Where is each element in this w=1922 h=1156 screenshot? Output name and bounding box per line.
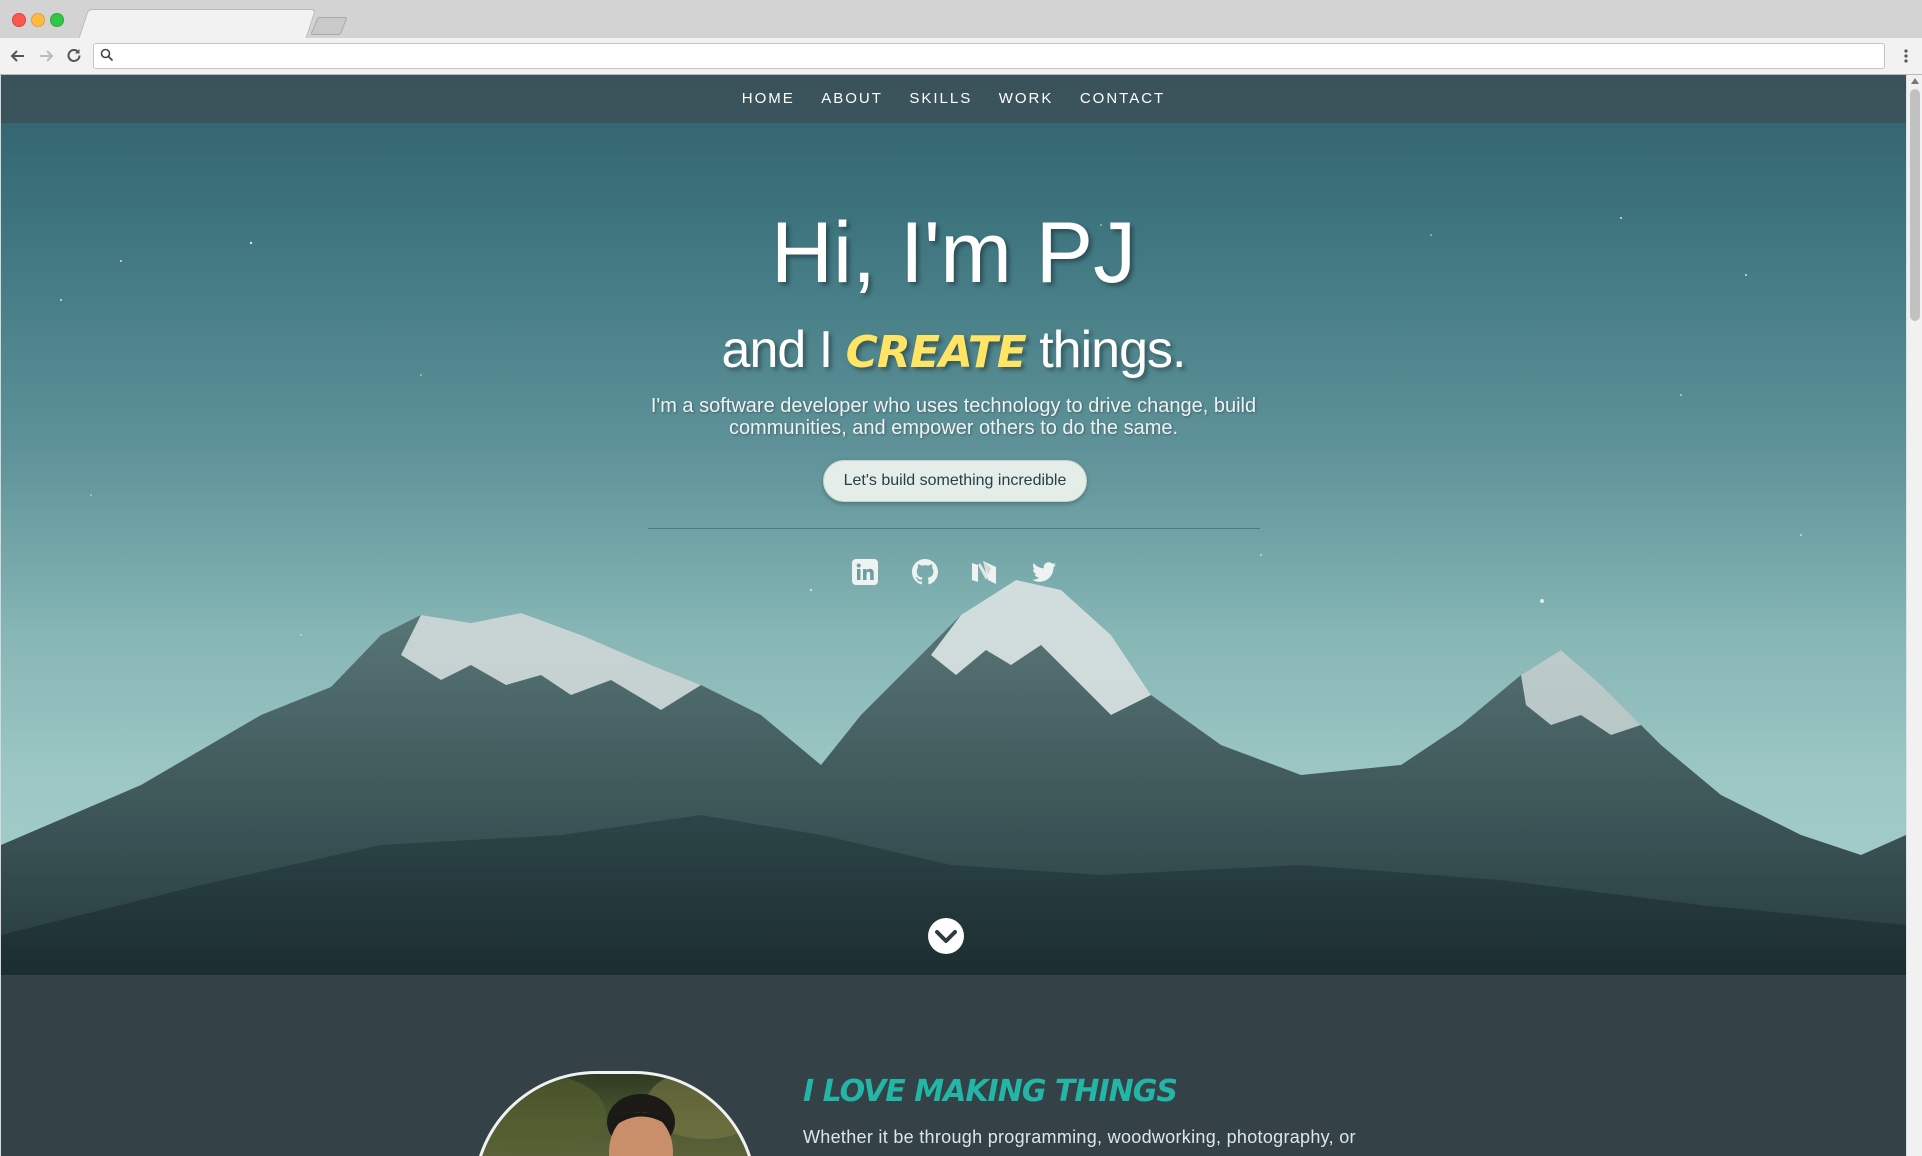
linkedin-icon[interactable] (850, 557, 880, 587)
profile-photo (473, 1071, 757, 1156)
nav-link-home[interactable]: HOME (742, 75, 795, 123)
browser-toolbar (0, 38, 1922, 74)
browser-tab-active[interactable] (78, 9, 317, 40)
back-arrow-icon[interactable] (8, 46, 28, 66)
tab-strip (0, 0, 1922, 40)
scrollbar-thumb[interactable] (1910, 89, 1920, 321)
kebab-menu-icon[interactable] (1902, 46, 1910, 66)
nav-link-about[interactable]: ABOUT (821, 75, 883, 123)
forward-arrow-icon[interactable] (36, 46, 56, 66)
hero-subtitle-after: things. (1039, 321, 1186, 379)
hero-description: I'm a software developer who uses techno… (650, 395, 1257, 439)
chevron-down-icon[interactable] (927, 917, 965, 955)
nav-link-contact[interactable]: CONTACT (1080, 75, 1165, 123)
nav-link-skills[interactable]: SKILLS (909, 75, 972, 123)
maximize-window-button[interactable] (50, 13, 64, 27)
cta-button[interactable]: Let's build something incredible (823, 460, 1087, 502)
about-section: I love making things Whether it be throu… (1, 975, 1906, 1156)
medium-icon[interactable] (969, 557, 999, 587)
about-text: Whether it be through programming, woodw… (803, 1127, 1356, 1147)
new-tab-button[interactable] (310, 17, 348, 35)
github-icon[interactable] (910, 557, 940, 587)
hero-subtitle-before: and I (721, 321, 834, 379)
minimize-window-button[interactable] (31, 13, 45, 27)
page-viewport: HOME ABOUT SKILLS WORK CONTACT Hi, I'm P… (1, 75, 1906, 1156)
hero-section: HOME ABOUT SKILLS WORK CONTACT Hi, I'm P… (1, 75, 1906, 975)
hero-divider (648, 528, 1260, 529)
search-icon (100, 48, 114, 62)
scroll-up-arrow-icon[interactable] (1911, 78, 1919, 84)
hero-subtitle: and I create things. (1, 315, 1906, 388)
hero-title: Hi, I'm PJ (770, 205, 1137, 301)
twitter-icon[interactable] (1029, 557, 1059, 587)
page-scrollbar[interactable] (1906, 75, 1922, 1156)
nav-link-work[interactable]: WORK (999, 75, 1054, 123)
about-heading: I love making things (803, 1074, 1178, 1109)
reload-icon[interactable] (64, 46, 84, 66)
close-window-button[interactable] (12, 13, 26, 27)
hero-subtitle-highlight: create (845, 327, 1027, 378)
top-navigation: HOME ABOUT SKILLS WORK CONTACT (1, 75, 1906, 123)
browser-chrome (0, 0, 1922, 75)
address-bar[interactable] (93, 43, 1885, 69)
